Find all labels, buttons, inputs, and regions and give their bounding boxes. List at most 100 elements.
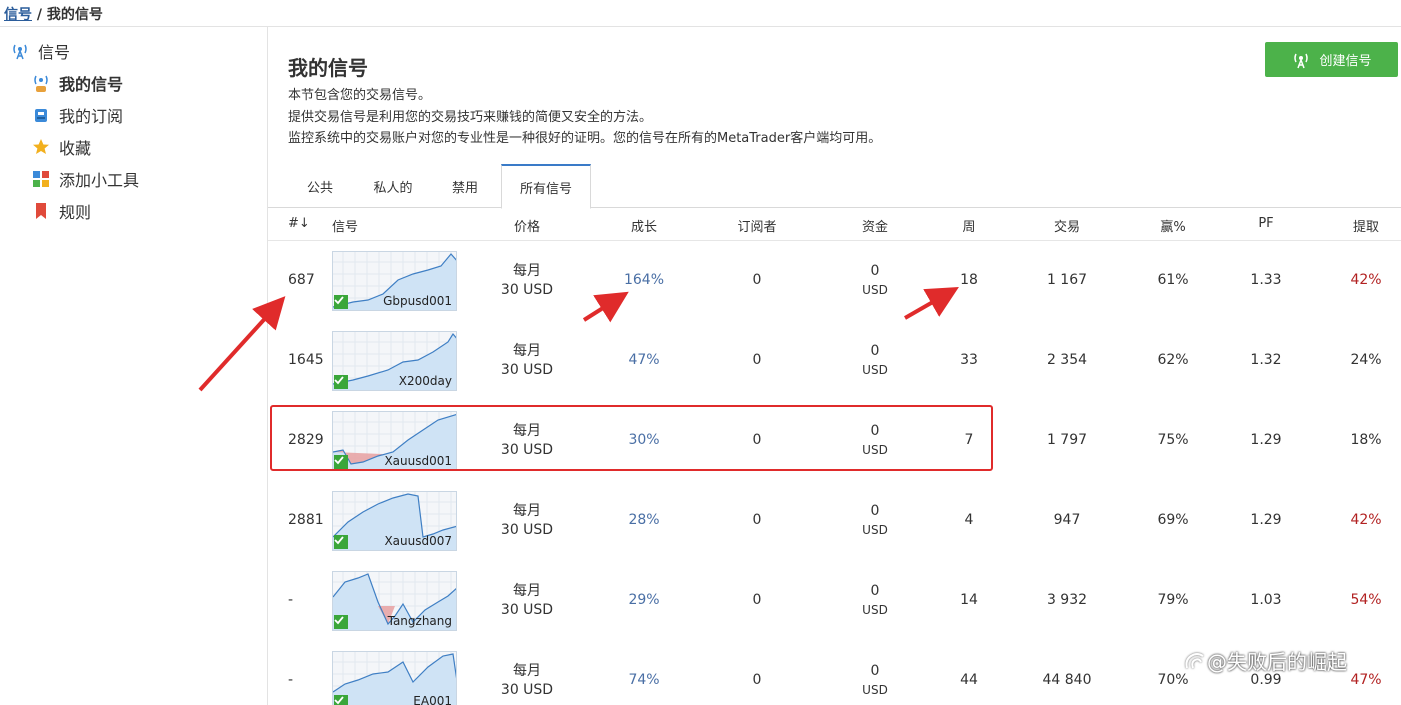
row-win-rate: 62% xyxy=(1157,352,1189,368)
signal-chart-thumbnail[interactable]: EA001 xyxy=(332,651,457,705)
row-funds: 0 USD xyxy=(835,502,915,540)
signal-chart-thumbnail[interactable]: Tangzhang xyxy=(332,571,457,631)
row-subscribers: 0 xyxy=(752,352,762,368)
column-header-pf[interactable]: PF xyxy=(1236,216,1296,231)
signal-chart-thumbnail[interactable]: Xauusd007 xyxy=(332,491,457,551)
table-row[interactable]: - Tangzhang 每月 30 USD 29% 0 0 USD 14 3 932 79% 1.03… xyxy=(268,561,1401,641)
row-price: 每月 30 USD xyxy=(487,582,567,620)
column-header-rank[interactable]: #↓ xyxy=(288,216,310,231)
check-icon xyxy=(334,615,348,629)
row-rank: - xyxy=(288,592,294,608)
table-row[interactable]: 687 Gbpusd001 每月 30 USD 164% 0 0 USD 18 1 167 61% 1… xyxy=(268,241,1401,321)
row-drawdown: 24% xyxy=(1350,352,1382,368)
sidebar-item-favorites[interactable]: 收藏 xyxy=(31,135,91,159)
column-header-growth[interactable]: 成长 xyxy=(604,216,684,235)
row-growth: 29% xyxy=(628,592,660,608)
funds-amount: 0 xyxy=(870,343,880,359)
row-drawdown: 42% xyxy=(1350,512,1382,528)
signal-name[interactable]: Gbpusd001 xyxy=(383,294,452,308)
column-header-subscribers[interactable]: 订阅者 xyxy=(717,216,797,235)
row-profit-factor: 1.03 xyxy=(1250,592,1282,608)
column-header-weeks[interactable]: 周 xyxy=(939,216,999,235)
row-growth: 28% xyxy=(628,512,660,528)
watermark-text: @失败后的崛起 xyxy=(1207,650,1347,674)
price-amount: 30 USD xyxy=(500,522,554,538)
signal-user-icon xyxy=(31,73,51,93)
signal-name[interactable]: Tangzhang xyxy=(388,614,452,628)
row-subscribers: 0 xyxy=(752,592,762,608)
row-profit-factor: 1.29 xyxy=(1250,512,1282,528)
funds-amount: 0 xyxy=(870,583,880,599)
main-content: 我的信号 本节包含您的交易信号。 提供交易信号是利用您的交易技巧来赚钱的简便又安… xyxy=(268,27,1401,705)
check-icon xyxy=(334,295,348,309)
breadcrumb-root-link[interactable]: 信号 xyxy=(4,7,32,23)
row-subscribers: 0 xyxy=(752,512,762,528)
price-period: 每月 xyxy=(513,343,541,359)
row-weeks: 44 xyxy=(960,672,978,688)
row-funds: 0 USD xyxy=(835,262,915,300)
antenna-icon xyxy=(10,41,30,61)
sidebar-item-add-widgets[interactable]: 添加小工具 xyxy=(31,167,139,191)
tab-private[interactable]: 私人的 xyxy=(360,164,426,208)
row-growth: 47% xyxy=(628,352,660,368)
description-line: 提供交易信号是利用您的交易技巧来赚钱的简便又安全的方法。 xyxy=(288,110,653,125)
column-header-price[interactable]: 价格 xyxy=(487,216,567,235)
description-line: 监控系统中的交易账户对您的专业性是一种很好的证明。您的信号在所有的MetaTra… xyxy=(288,131,882,146)
sidebar-item-my-signals[interactable]: 我的信号 xyxy=(31,71,123,95)
column-header-win-rate[interactable]: 赢% xyxy=(1143,216,1203,235)
sidebar-item-label: 我的信号 xyxy=(59,75,124,94)
funds-unit: USD xyxy=(862,283,888,297)
signal-name[interactable]: EA001 xyxy=(413,694,452,705)
row-win-rate: 75% xyxy=(1157,432,1189,448)
funds-unit: USD xyxy=(862,683,888,697)
row-drawdown: 42% xyxy=(1350,272,1382,288)
tab-all-signals[interactable]: 所有信号 xyxy=(501,164,591,209)
sidebar-item-label: 添加小工具 xyxy=(59,171,140,190)
funds-unit: USD xyxy=(862,523,888,537)
robot-icon xyxy=(31,105,51,125)
row-profit-factor: 1.29 xyxy=(1250,432,1282,448)
table-row[interactable]: 2881 Xauusd007 每月 30 USD 28% 0 0 USD 4 947 69% 1.29… xyxy=(268,481,1401,561)
signal-name[interactable]: Xauusd007 xyxy=(384,534,452,548)
annotation-highlight-box xyxy=(270,405,993,471)
row-growth: 74% xyxy=(628,672,660,688)
top-bar: 信号 / 我的信号 xyxy=(0,0,1401,27)
breadcrumb: 信号 / 我的信号 xyxy=(4,4,103,24)
sidebar-item-label: 规则 xyxy=(59,203,92,222)
column-header-funds[interactable]: 资金 xyxy=(835,216,915,235)
funds-amount: 0 xyxy=(870,503,880,519)
table-header: #↓ 信号 价格 成长 订阅者 资金 周 交易 赢% PF 提取 xyxy=(268,208,1401,241)
column-header-trades[interactable]: 交易 xyxy=(1027,216,1107,235)
description-line: 本节包含您的交易信号。 xyxy=(288,88,432,103)
row-trades: 2 354 xyxy=(1046,352,1088,368)
signal-chart-thumbnail[interactable]: Gbpusd001 xyxy=(332,251,457,311)
create-signal-button[interactable]: 创建信号 xyxy=(1265,42,1398,77)
watermark: @失败后的崛起 xyxy=(1183,646,1347,675)
page-title: 我的信号 xyxy=(288,56,368,80)
row-price: 每月 30 USD xyxy=(487,262,567,300)
signal-name[interactable]: X200day xyxy=(399,374,452,388)
row-weeks: 33 xyxy=(960,352,978,368)
signal-chart-thumbnail[interactable]: X200day xyxy=(332,331,457,391)
sidebar: 信号 我的信号 我的订阅 收藏 添加小工具 规则 xyxy=(0,27,268,705)
widgets-icon xyxy=(31,169,51,189)
create-signal-label: 创建信号 xyxy=(1319,54,1372,69)
sidebar-item-signals[interactable]: 信号 xyxy=(10,39,70,63)
column-header-drawdown[interactable]: 提取 xyxy=(1336,216,1396,235)
row-rank: - xyxy=(288,672,294,688)
tab-public[interactable]: 公共 xyxy=(290,164,350,208)
funds-unit: USD xyxy=(862,363,888,377)
column-header-signal[interactable]: 信号 xyxy=(332,216,358,235)
table-row[interactable]: 1645 X200day 每月 30 USD 47% 0 0 USD 33 2 354 62% 1.3… xyxy=(268,321,1401,401)
sidebar-item-subscriptions[interactable]: 我的订阅 xyxy=(31,103,123,127)
tab-disabled[interactable]: 禁用 xyxy=(434,164,496,208)
row-weeks: 14 xyxy=(960,592,978,608)
row-subscribers: 0 xyxy=(752,672,762,688)
breadcrumb-separator: / xyxy=(32,7,47,23)
row-price: 每月 30 USD xyxy=(487,502,567,540)
sidebar-item-label: 我的订阅 xyxy=(59,107,124,126)
tab-bar: 公共 私人的 禁用 所有信号 xyxy=(268,164,1401,209)
antenna-icon xyxy=(1294,53,1309,68)
funds-unit: USD xyxy=(862,603,888,617)
sidebar-item-rules[interactable]: 规则 xyxy=(31,199,91,223)
